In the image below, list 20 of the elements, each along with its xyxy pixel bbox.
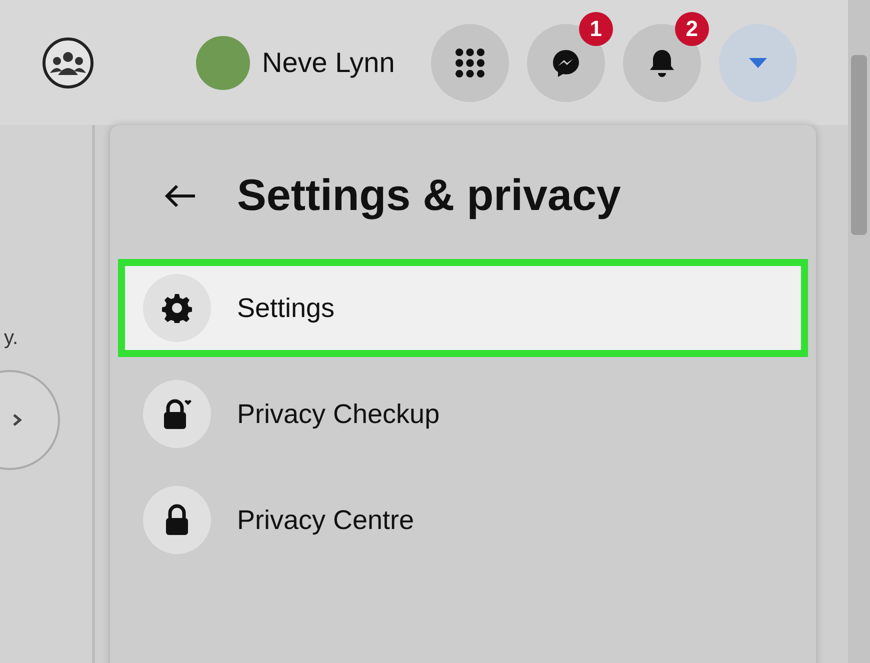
notification-badge: 2	[674, 12, 709, 46]
back-arrow-icon[interactable]	[163, 184, 197, 208]
menu-title: Settings & privacy	[237, 170, 621, 222]
lock-icon	[164, 504, 190, 536]
notification-badge: 1	[578, 12, 613, 46]
caret-icon	[746, 56, 769, 70]
menu-item[interactable]: Settings	[118, 259, 808, 357]
bell-icon	[648, 48, 676, 78]
text-fragment: y.	[4, 326, 18, 351]
profile-name[interactable]: Neve Lynn	[262, 42, 395, 84]
groups-icon[interactable]	[40, 34, 96, 90]
scrollbar[interactable]	[848, 0, 870, 663]
scroll-thumb[interactable]	[851, 55, 867, 235]
chevron-icon	[12, 413, 22, 427]
menu-item[interactable]: Privacy Centre	[118, 471, 808, 569]
lock-heart-icon	[161, 398, 193, 430]
menu-item[interactable]: Privacy Checkup	[118, 365, 808, 463]
grid-icon	[454, 46, 486, 78]
chat-bubble-icon	[550, 48, 581, 78]
gear-icon	[162, 293, 192, 323]
